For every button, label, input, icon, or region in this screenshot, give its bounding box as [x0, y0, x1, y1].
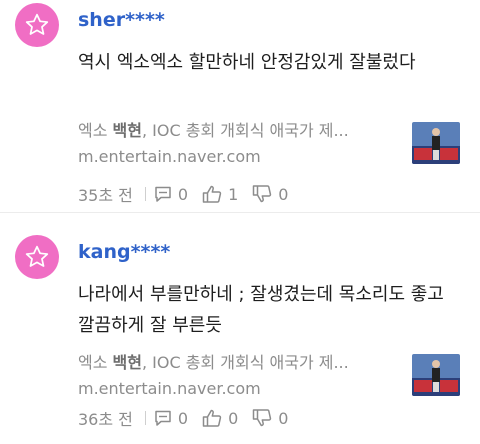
comment-text: 역시 엑소엑소 할만하네 안정감있게 잘불렀다 — [78, 52, 416, 73]
link-url: m.entertain.naver.com — [78, 147, 261, 166]
reply-button[interactable]: 0 — [154, 409, 188, 428]
link-preview[interactable]: 엑소 백현, IOC 총회 개회식 애국가 제... m.entertain.n… — [78, 349, 460, 407]
timestamp: 36초 전 — [78, 410, 133, 429]
link-thumbnail — [412, 122, 460, 164]
link-url: m.entertain.naver.com — [78, 379, 261, 398]
link-title: 엑소 백현, IOC 총회 개회식 애국가 제... — [78, 121, 349, 140]
comment-item: sher**** 역시 엑소엑소 할만하네 안정감있게 잘불렀다 엑소 백현, … — [0, 0, 480, 212]
divider — [144, 187, 146, 201]
dislike-button[interactable]: 0 — [252, 185, 288, 204]
dislike-count: 0 — [278, 184, 289, 204]
avatar[interactable] — [15, 3, 59, 47]
link-title: 엑소 백현, IOC 총회 개회식 애국가 제... — [78, 353, 349, 372]
reply-icon — [155, 186, 171, 202]
divider — [144, 411, 146, 425]
comment-meta: 36초 전 0 0 0 — [78, 406, 302, 430]
reply-icon — [155, 410, 171, 426]
star-icon — [25, 13, 49, 35]
like-count: 1 — [228, 184, 239, 204]
reply-count: 0 — [177, 408, 189, 428]
thumbs-up-icon — [202, 409, 222, 427]
thumbs-up-icon — [202, 185, 222, 203]
thumbs-down-icon — [253, 185, 272, 203]
dislike-button[interactable]: 0 — [252, 409, 288, 428]
reply-count: 0 — [177, 184, 189, 204]
like-button[interactable]: 1 — [202, 185, 238, 204]
username[interactable]: kang**** — [78, 241, 170, 263]
username[interactable]: sher**** — [78, 9, 165, 31]
like-count: 0 — [228, 408, 239, 428]
thumbs-down-icon — [253, 409, 272, 427]
reply-button[interactable]: 0 — [154, 185, 188, 204]
star-icon — [25, 245, 49, 267]
link-preview[interactable]: 엑소 백현, IOC 총회 개회식 애국가 제... m.entertain.n… — [78, 117, 460, 175]
link-thumbnail — [412, 354, 460, 396]
timestamp: 35초 전 — [78, 186, 133, 205]
like-button[interactable]: 0 — [202, 409, 238, 428]
comment-item: kang**** 나라에서 부를만하네 ; 잘생겼는데 목소리도 좋고 깔끔하게… — [0, 212, 480, 444]
comment-meta: 35초 전 0 1 0 — [78, 182, 302, 206]
dislike-count: 0 — [278, 408, 289, 428]
avatar[interactable] — [15, 235, 59, 279]
comment-text: 나라에서 부를만하네 ; 잘생겼는데 목소리도 좋고 깔끔하게 잘 부른듯 — [78, 284, 444, 336]
